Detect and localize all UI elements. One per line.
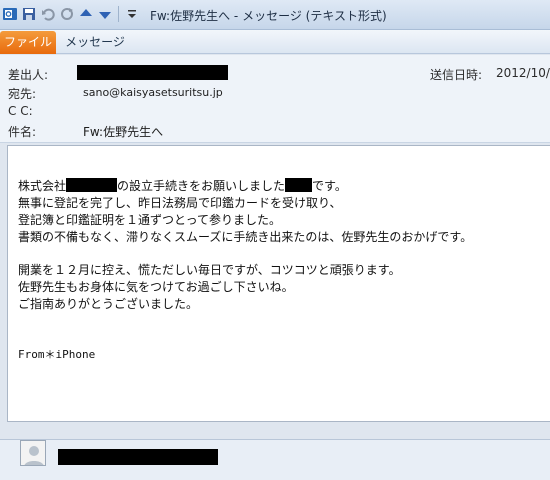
subject-label: 件名: bbox=[8, 125, 37, 139]
sent-value: 2012/10/0 bbox=[496, 66, 550, 80]
body-signature: From＊iPhone bbox=[18, 348, 96, 361]
customize-qat-icon[interactable] bbox=[124, 6, 140, 22]
ribbon-tabs: ファイル メッセージ bbox=[0, 30, 550, 54]
body-line-6: 佐野先生もお身体に気をつけてお過ごし下さいね。 bbox=[18, 280, 294, 294]
down-arrow-icon[interactable] bbox=[97, 6, 113, 22]
body-line-1-mid: の設立手続きをお願いしました bbox=[117, 179, 286, 193]
save-icon[interactable] bbox=[21, 6, 37, 22]
body-line-1: 株式会社 の設立手続きをお願いしました です。 bbox=[18, 177, 347, 194]
person-icon bbox=[24, 446, 44, 465]
window-title: Fw:佐野先生へ - メッセージ (テキスト形式) bbox=[150, 9, 387, 23]
outlook-icon[interactable] bbox=[2, 6, 18, 22]
cc-label: C C: bbox=[8, 104, 33, 118]
body-line-4: 書類の不備もなく、滞りなくスムーズに手続き出来たのは、佐野先生のおかげです。 bbox=[18, 230, 473, 244]
toolbar-separator bbox=[118, 6, 119, 22]
sender-name-redacted bbox=[58, 449, 218, 465]
title-bar: Fw:佐野先生へ - メッセージ (テキスト形式) bbox=[0, 0, 550, 30]
tab-file[interactable]: ファイル bbox=[0, 31, 56, 54]
sent-label: 送信日時: bbox=[430, 68, 483, 82]
body-line-1-pre: 株式会社 bbox=[18, 179, 67, 193]
company-name-redacted bbox=[66, 178, 118, 192]
tab-message[interactable]: メッセージ bbox=[60, 31, 130, 54]
from-label: 差出人: bbox=[8, 68, 49, 82]
subject-value: Fw:佐野先生へ bbox=[83, 125, 164, 139]
redo-icon[interactable] bbox=[59, 6, 75, 22]
pane-divider[interactable] bbox=[0, 431, 550, 439]
body-line-7: ご指南ありがとうございました。 bbox=[18, 297, 199, 311]
to-label: 宛先: bbox=[8, 87, 37, 101]
client-name-redacted bbox=[285, 178, 313, 192]
body-line-3: 登記簿と印鑑証明を１通ずつとって参りました。 bbox=[18, 213, 282, 227]
body-line-2: 無事に登記を完了し、昨日法務局で印鑑カードを受け取り、 bbox=[18, 196, 342, 210]
message-body[interactable]: 株式会社 の設立手続きをお願いしました です。 無事に登記を完了し、昨日法務局で印鑑… bbox=[7, 145, 550, 422]
avatar[interactable] bbox=[20, 440, 46, 466]
quick-access-toolbar bbox=[2, 6, 140, 22]
to-value[interactable]: sano@kaisyasetsuritsu.jp bbox=[83, 86, 223, 99]
up-arrow-icon[interactable] bbox=[78, 6, 94, 22]
from-value-redacted bbox=[77, 65, 228, 80]
message-header: 差出人: 送信日時: 2012/10/0 宛先: sano@kaisyasets… bbox=[0, 55, 550, 143]
body-line-1-post: です。 bbox=[312, 179, 347, 193]
people-pane bbox=[0, 439, 550, 480]
undo-icon[interactable] bbox=[40, 6, 56, 22]
body-line-5: 開業を１２月に控え、慌ただしい毎日ですが、コツコツと頑張ります。 bbox=[18, 263, 401, 277]
